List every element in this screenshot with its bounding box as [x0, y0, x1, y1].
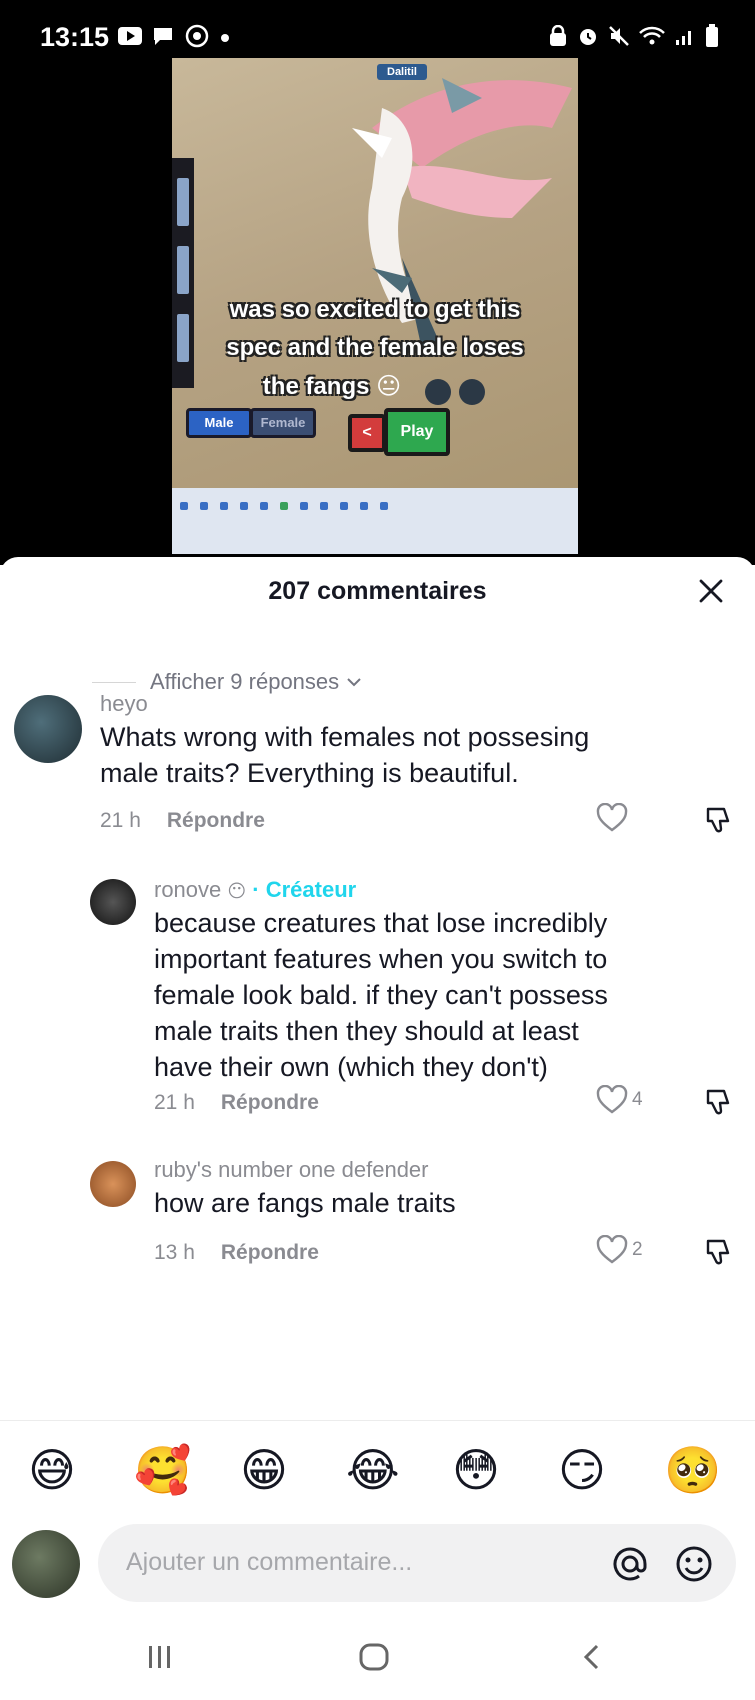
comment-time: 13 h — [154, 1241, 195, 1264]
comment-time: 21 h — [100, 809, 141, 832]
mute-icon — [608, 25, 630, 52]
caption-line-3: the fangs 😐 — [262, 373, 402, 400]
caption-line-1: was so excited to get this — [229, 296, 521, 323]
comment-username[interactable]: ronove — [154, 877, 221, 902]
emoji-button[interactable]: 😂 — [346, 1443, 400, 1497]
battery-icon — [705, 24, 719, 53]
like-button[interactable] — [596, 803, 628, 833]
avatar-ronove[interactable] — [90, 879, 136, 925]
system-nav-bar — [0, 1610, 755, 1700]
game-control-icons — [424, 376, 490, 413]
comment-text: Whats wrong with females not possesing m… — [100, 722, 590, 788]
heart-icon — [596, 1235, 628, 1264]
alarm-icon — [577, 25, 599, 52]
comment-username[interactable]: heyo — [100, 691, 148, 717]
close-icon[interactable] — [695, 575, 727, 607]
reply-button[interactable]: Répondre — [221, 1091, 319, 1114]
mention-icon[interactable] — [610, 1544, 650, 1584]
emoji-button[interactable]: 🥺 — [664, 1443, 721, 1498]
recent-apps-icon[interactable] — [146, 1644, 174, 1670]
comment-text: how are fangs male traits — [154, 1188, 456, 1218]
like-count: 2 — [632, 1239, 643, 1260]
female-button[interactable]: Female — [250, 408, 316, 438]
heart-icon — [596, 803, 628, 832]
reply-button[interactable]: Répondre — [221, 1241, 319, 1264]
heart-icon — [596, 1085, 628, 1114]
emoji-button[interactable]: 🥰 — [134, 1443, 191, 1498]
reply-button[interactable]: Répondre — [167, 809, 265, 832]
desktop-taskbar — [172, 488, 578, 554]
show-replies-label: Afficher 9 réponses — [150, 669, 340, 694]
comments-count-title: 207 commentaires — [268, 577, 487, 605]
home-icon[interactable] — [358, 1642, 390, 1672]
comment-input[interactable]: Ajouter un commentaire... — [98, 1524, 736, 1602]
emoji-button[interactable]: 😁 — [240, 1443, 288, 1497]
like-button[interactable]: 4 — [596, 1085, 643, 1115]
emoji-quick-bar: 😅 🥰 😁 😂 😳 😏 🥺 — [0, 1420, 755, 1531]
user-emoji-badge: 😶 — [227, 881, 247, 901]
emoji-picker-icon[interactable] — [674, 1544, 714, 1584]
comment-meta: 13 h Répondre — [154, 1241, 319, 1265]
comment-text: because creatures that lose incredibly i… — [154, 908, 608, 1082]
comment-username[interactable]: ruby's number one defender — [154, 1157, 428, 1183]
play-icon — [118, 27, 142, 50]
like-count: 4 — [632, 1089, 643, 1110]
comment-meta: 21 h Répondre — [100, 809, 265, 833]
my-avatar[interactable] — [12, 1530, 80, 1598]
lock-icon — [548, 24, 568, 52]
caption-line-2: spec and the female loses — [226, 334, 524, 361]
back-icon[interactable] — [580, 1642, 604, 1672]
chevron-down-icon — [347, 678, 361, 687]
comment-username-row: ronove 😶 · Créateur — [154, 877, 356, 903]
play-game-button[interactable]: Play — [384, 408, 450, 456]
emoji-button[interactable]: 😳 — [452, 1443, 500, 1497]
avatar-heyo[interactable] — [14, 695, 82, 763]
comment-input-placeholder: Ajouter un commentaire... — [126, 1548, 413, 1576]
comment-input-row: Ajouter un commentaire... — [0, 1520, 755, 1610]
wifi-icon — [639, 26, 665, 51]
creator-badge: · Créateur — [252, 877, 357, 902]
app-icon — [184, 24, 210, 53]
dot-icon — [220, 30, 230, 48]
status-time: 13:15 — [40, 22, 110, 52]
dislike-icon[interactable] — [704, 805, 734, 840]
chat-icon — [152, 26, 174, 51]
like-button[interactable]: 2 — [596, 1235, 643, 1265]
comment-time: 21 h — [154, 1091, 195, 1114]
emoji-button[interactable]: 😅 — [28, 1443, 76, 1497]
dislike-icon[interactable] — [704, 1237, 734, 1272]
signal-icon — [674, 26, 696, 51]
video-frame[interactable]: Dalitil was so excited to get this spec … — [172, 58, 578, 554]
emoji-button[interactable]: 😏 — [558, 1443, 606, 1497]
divider-line — [92, 681, 136, 683]
caption-emoji: 😐 — [376, 373, 402, 400]
dislike-icon[interactable] — [704, 1087, 734, 1122]
game-title-badge: Dalitil — [377, 64, 427, 80]
avatar-ruby[interactable] — [90, 1161, 136, 1207]
comment-meta: 21 h Répondre — [154, 1091, 319, 1115]
male-button[interactable]: Male — [186, 408, 252, 438]
video-area: 13:15 Dalitil was so excited to get this… — [0, 0, 755, 565]
back-game-button[interactable]: < — [348, 414, 386, 452]
